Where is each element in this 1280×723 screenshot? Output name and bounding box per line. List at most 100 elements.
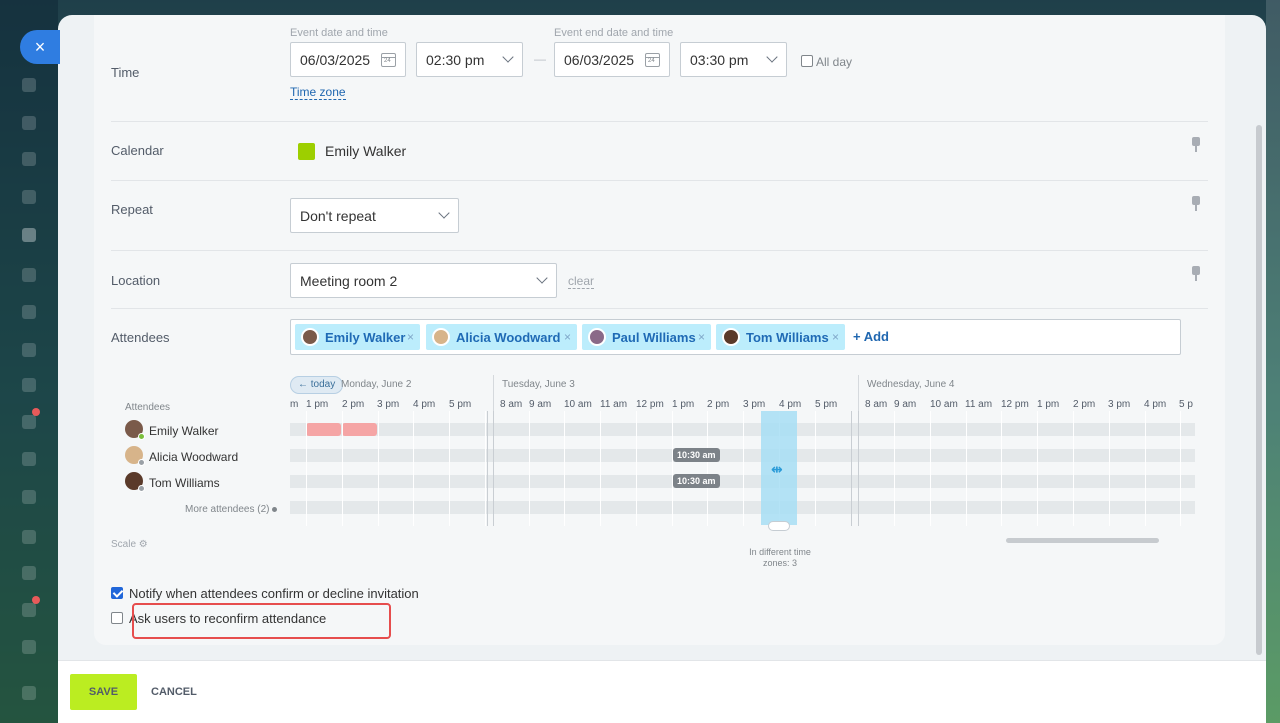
time-label: Time	[111, 65, 140, 80]
attendees-selector[interactable]: Emily Walker × Alicia Woodward × Paul Wi…	[290, 319, 1181, 355]
status-away-icon	[138, 459, 145, 466]
save-button[interactable]: SAVE	[70, 674, 137, 710]
hour-label: 5 pm	[449, 399, 472, 410]
menu-icon[interactable]	[22, 415, 36, 429]
menu-icon[interactable]	[22, 152, 36, 166]
attendee-tag[interactable]: Tom Williams ×	[716, 324, 845, 350]
attendee-tag[interactable]: Alicia Woodward ×	[426, 324, 577, 350]
right-edge	[1266, 0, 1280, 723]
location-clear-link[interactable]: clear	[568, 274, 595, 289]
time-badge: 10:30 am	[673, 474, 720, 488]
menu-icon[interactable]	[22, 686, 36, 700]
hour-label: 3 pm	[377, 399, 400, 410]
reconfirm-checkbox[interactable]	[111, 612, 123, 624]
calendar-icon[interactable]: 24	[645, 53, 660, 67]
status-online-icon	[138, 433, 145, 440]
attendee-tag[interactable]: Emily Walker ×	[295, 324, 420, 350]
hour-label: 4 pm	[413, 399, 436, 410]
status-away-icon	[138, 485, 145, 492]
location-select[interactable]: Meeting room 2	[290, 263, 557, 298]
drag-handle-icon[interactable]: ⇹	[771, 461, 783, 478]
day-label: Monday, June 2	[341, 379, 412, 390]
hour-label: 11 am	[600, 399, 628, 410]
remove-icon[interactable]: ×	[407, 330, 414, 344]
remove-icon[interactable]: ×	[698, 330, 705, 344]
menu-icon[interactable]	[22, 640, 36, 654]
hour-label: 10 am	[564, 399, 592, 410]
pin-icon[interactable]	[1191, 137, 1201, 153]
hour-label: 11 am	[965, 399, 993, 410]
menu-icon[interactable]	[22, 116, 36, 130]
divider	[111, 250, 1208, 251]
day-divider	[858, 375, 859, 411]
pin-icon[interactable]	[1191, 266, 1201, 282]
more-attendees-link[interactable]: More attendees (2)	[185, 504, 278, 515]
menu-icon[interactable]	[22, 268, 36, 282]
attendees-label: Attendees	[111, 330, 170, 345]
divider	[111, 180, 1208, 181]
vertical-scrollbar[interactable]	[1256, 125, 1262, 655]
chevron-down-icon	[536, 272, 548, 284]
timeline-grid[interactable]	[290, 411, 1195, 526]
end-date-value: 06/03/2025	[564, 51, 635, 68]
attendee-tag-name: Tom Williams	[746, 329, 829, 345]
menu-icon[interactable]	[22, 305, 36, 319]
menu-icon[interactable]	[22, 190, 36, 204]
start-time-value: 02:30 pm	[426, 51, 485, 68]
start-time-select[interactable]: 02:30 pm	[416, 42, 523, 77]
menu-icon[interactable]	[22, 603, 36, 617]
attendee-tag-name: Paul Williams	[612, 329, 696, 345]
busy-slot	[306, 423, 341, 436]
location-label: Location	[111, 273, 161, 288]
calendar-color-swatch	[298, 143, 315, 160]
today-button[interactable]: ← today	[290, 376, 344, 394]
different-timezones-note: In different time zones: 3	[749, 547, 811, 568]
menu-icon[interactable]	[22, 490, 36, 504]
menu-icon[interactable]	[22, 452, 36, 466]
start-date-input[interactable]: 06/03/2025 24	[290, 42, 406, 77]
remove-icon[interactable]: ×	[564, 330, 571, 344]
hour-label: 12 pm	[1001, 399, 1029, 410]
attendee-tag[interactable]: Paul Williams ×	[582, 324, 711, 350]
dot-icon	[272, 506, 278, 512]
pin-icon[interactable]	[1191, 196, 1201, 212]
remove-icon[interactable]: ×	[832, 330, 839, 344]
menu-icon[interactable]	[22, 378, 36, 392]
menu-icon[interactable]	[22, 530, 36, 544]
time-badge: 10:30 am	[673, 448, 720, 462]
all-day-checkbox[interactable]	[801, 55, 813, 67]
hour-label: 8 am	[500, 399, 523, 410]
menu-icon[interactable]	[22, 228, 36, 242]
chevron-down-icon	[438, 207, 450, 219]
menu-icon[interactable]	[22, 343, 36, 357]
horizontal-scrollbar[interactable]	[1006, 538, 1159, 543]
planner-attendee-name: Emily Walker	[149, 424, 219, 438]
location-value: Meeting room 2	[300, 272, 398, 289]
notify-checkbox[interactable]	[111, 587, 123, 599]
close-slider-button[interactable]: ×	[20, 30, 60, 64]
cancel-button[interactable]: CANCEL	[151, 686, 197, 698]
end-date-input[interactable]: 06/03/2025 24	[554, 42, 670, 77]
highlight-annotation	[132, 603, 391, 639]
avatar	[432, 328, 450, 346]
hour-label: 5 pm	[815, 399, 838, 410]
scale-control[interactable]: Scale ⚙	[111, 539, 148, 550]
divider	[111, 121, 1208, 122]
hour-label: 1 pm	[306, 399, 329, 410]
calendar-icon[interactable]: 24	[381, 53, 396, 67]
end-time-select[interactable]: 03:30 pm	[680, 42, 787, 77]
repeat-select[interactable]: Don't repeat	[290, 198, 459, 233]
menu-icon[interactable]	[22, 566, 36, 580]
expand-chevron-icon[interactable]	[768, 521, 790, 531]
add-attendee-link[interactable]: + Add	[853, 329, 889, 344]
day-divider	[851, 411, 852, 526]
calendar-value[interactable]: Emily Walker	[325, 143, 406, 159]
hour-label: 4 pm	[779, 399, 802, 410]
time-zone-link[interactable]: Time zone	[290, 85, 346, 100]
planner-attendees-header: Attendees	[125, 402, 171, 413]
day-label: Wednesday, June 4	[867, 379, 955, 390]
planner-attendee-name: Alicia Woodward	[149, 450, 239, 464]
avatar	[722, 328, 740, 346]
menu-icon[interactable]	[22, 78, 36, 92]
hour-label: 3 pm	[1108, 399, 1131, 410]
